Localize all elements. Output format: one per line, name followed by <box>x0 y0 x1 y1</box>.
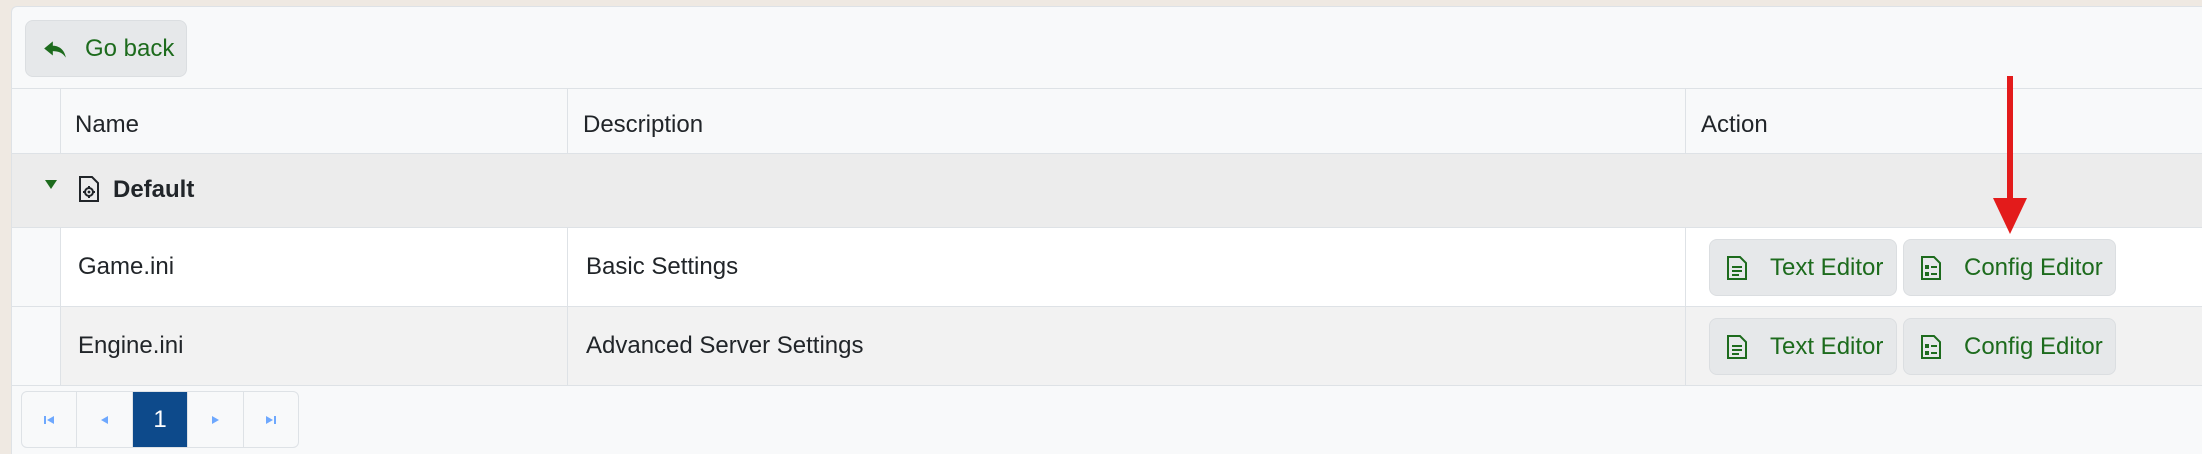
row-gutter <box>12 228 60 306</box>
row-name: Game.ini <box>78 253 175 280</box>
column-divider <box>60 89 61 154</box>
config-editor-button[interactable]: Config Editor <box>1903 318 2116 375</box>
text-editor-button[interactable]: Text Editor <box>1709 318 1897 375</box>
config-editor-button[interactable]: Config Editor <box>1903 239 2116 296</box>
column-divider <box>1685 307 1686 385</box>
group-row-default[interactable]: Default <box>12 154 2202 228</box>
expand-toggle-icon[interactable] <box>45 180 57 189</box>
row-gutter <box>12 307 60 385</box>
text-editor-label: Text Editor <box>1770 253 1884 281</box>
column-divider <box>567 307 568 385</box>
column-divider <box>567 89 568 154</box>
row-description: Advanced Server Settings <box>586 332 864 359</box>
config-file-icon <box>79 176 99 202</box>
toolbar: Go back <box>12 7 2202 89</box>
file-form-icon <box>1921 255 1941 280</box>
annotation-arrow <box>1993 76 2027 234</box>
config-editor-label: Config Editor <box>1964 253 2103 281</box>
file-form-icon <box>1921 334 1941 359</box>
text-editor-label: Text Editor <box>1770 332 1884 360</box>
column-divider <box>60 228 61 306</box>
column-divider <box>1685 89 1686 154</box>
previous-page-icon <box>100 415 108 424</box>
pagination: 1 <box>21 391 299 448</box>
column-header-action[interactable]: Action <box>1701 111 1768 139</box>
file-text-icon <box>1727 334 1747 359</box>
go-back-button[interactable]: Go back <box>25 20 187 77</box>
group-label: Default <box>113 176 195 203</box>
file-manager-panel: Go back Name Description Action Default <box>11 6 2202 454</box>
first-page-button[interactable] <box>22 392 78 447</box>
text-editor-button[interactable]: Text Editor <box>1709 239 1897 296</box>
config-files-table: Name Description Action Default Game.ini… <box>12 89 2202 387</box>
table-row[interactable]: Engine.ini Advanced Server Settings Text… <box>12 307 2202 386</box>
file-text-icon <box>1727 255 1747 280</box>
column-header-description[interactable]: Description <box>583 111 703 139</box>
last-page-button[interactable] <box>244 392 298 447</box>
row-name: Engine.ini <box>78 332 184 359</box>
last-page-icon <box>265 415 276 424</box>
next-page-button[interactable] <box>188 392 244 447</box>
config-editor-label: Config Editor <box>1964 332 2103 360</box>
go-back-label: Go back <box>85 34 175 62</box>
next-page-icon <box>212 415 220 424</box>
first-page-icon <box>44 415 55 424</box>
table-row[interactable]: Game.ini Basic Settings Text Editor Conf… <box>12 228 2202 307</box>
column-divider <box>60 307 61 385</box>
page-button-current[interactable]: 1 <box>132 392 189 447</box>
previous-page-button[interactable] <box>77 392 133 447</box>
column-divider <box>567 228 568 306</box>
row-description: Basic Settings <box>586 253 739 280</box>
table-header: Name Description Action <box>12 89 2202 154</box>
reply-arrow-icon <box>44 40 66 58</box>
column-header-name[interactable]: Name <box>75 111 139 139</box>
column-divider <box>1685 228 1686 306</box>
